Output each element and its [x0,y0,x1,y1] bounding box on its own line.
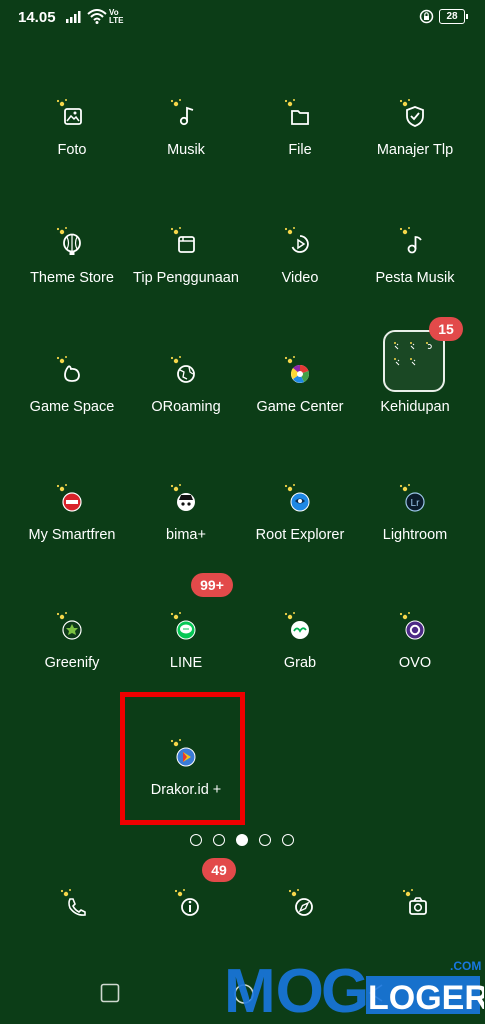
app-foto[interactable]: Foto [14,90,130,200]
status-bar: 14.05 Vo LTE 28 [0,0,485,34]
svg-text:LOGER: LOGER [368,979,484,1016]
app-root-explorer[interactable]: Root Explorer [242,475,358,585]
game-center-icon [284,356,309,383]
app-label: Game Space [29,399,115,415]
app-theme-store[interactable]: Theme Store [14,218,130,328]
app-ovo[interactable]: OVO [357,603,473,713]
music-party-icon [399,227,422,254]
app-label: Pesta Musik [375,270,455,286]
game-space-icon [56,356,80,382]
app-label: Greenify [44,655,100,671]
app-grab[interactable]: Grab [242,603,358,713]
greenify-leaf-icon [56,612,82,640]
svg-text:MO: MO [224,957,324,1016]
balloon-icon [56,227,81,255]
notification-badge: 15 [429,317,463,341]
app-label: Root Explorer [255,527,345,543]
app-game-space[interactable]: Game Space [14,347,130,457]
volte-indicator: Vo LTE [109,8,124,25]
app-label: Musik [167,142,205,158]
highlight-box [120,692,245,825]
tips-book-icon [170,227,195,253]
app-label: LINE [169,655,203,671]
app-label: Foto [57,142,87,158]
music-note-icon [170,99,194,126]
wifi-icon [87,9,107,24]
app-label: ORoaming [151,399,221,415]
notification-badge: 99+ [191,573,233,597]
app-bima-plus[interactable]: bima+ [128,475,244,585]
info-icon[interactable] [170,886,210,926]
app-label: bima+ [166,527,206,543]
app-game-center[interactable]: Game Center [242,347,358,457]
app-label: File [288,142,312,158]
grab-icon [284,612,309,639]
video-play-icon [284,227,309,253]
page-dot[interactable] [282,834,294,846]
app-oroaming[interactable]: ORoaming [128,347,244,457]
app-manajer-tlp[interactable]: Manajer Tlp [357,90,473,200]
app-file[interactable]: File [242,90,358,200]
line-chat-icon [170,612,196,640]
phone-icon[interactable] [56,886,96,926]
shield-icon [399,99,424,127]
app-my-smartfren[interactable]: My Smartfren [14,475,130,585]
svg-text:G: G [321,957,369,1016]
page-dot[interactable] [213,834,225,846]
app-label: Tip Penggunaan [133,270,239,286]
app-label: Game Center [256,399,344,415]
app-label: Video [281,270,319,286]
app-lightroom[interactable]: Lr Lightroom [357,475,473,585]
app-label: Lightroom [382,527,448,543]
bima-hat-icon [170,484,195,511]
status-time: 14.05 [18,9,56,26]
globe-icon [170,356,195,383]
smartfren-icon [56,484,82,512]
notification-badge: 49 [202,858,236,882]
lightroom-icon: Lr [399,484,425,512]
app-label: Grab [283,655,317,671]
app-greenify[interactable]: Greenify [14,603,130,713]
camera-icon[interactable] [398,886,438,926]
compass-icon[interactable] [284,886,324,926]
page-dot-active[interactable] [236,834,248,846]
app-pesta-musik[interactable]: Pesta Musik [357,218,473,328]
recents-button[interactable] [100,983,120,1003]
app-label: My Smartfren [28,527,116,543]
photo-icon [56,99,82,125]
signal-icon [66,11,81,23]
app-label: Manajer Tlp [376,142,454,158]
mogloger-watermark: MO G LOGER .COM [224,957,484,1016]
svg-text:.COM: .COM [450,959,481,973]
page-dot[interactable] [259,834,271,846]
app-label: Theme Store [30,270,114,286]
app-video[interactable]: Video [242,218,358,328]
root-explorer-icon [284,484,310,512]
folder-icon [284,99,309,125]
app-label: OVO [398,655,432,671]
app-musik[interactable]: Musik [128,90,244,200]
svg-text:Lr: Lr [411,498,421,509]
rotation-lock-icon [419,9,434,24]
folder-preview-icon [394,342,432,366]
page-dot[interactable] [190,834,202,846]
ovo-icon [399,612,425,640]
battery-indicator: 28 [439,9,468,24]
app-label: Kehidupan [380,399,450,415]
app-tip-penggunaan[interactable]: Tip Penggunaan [128,218,244,328]
